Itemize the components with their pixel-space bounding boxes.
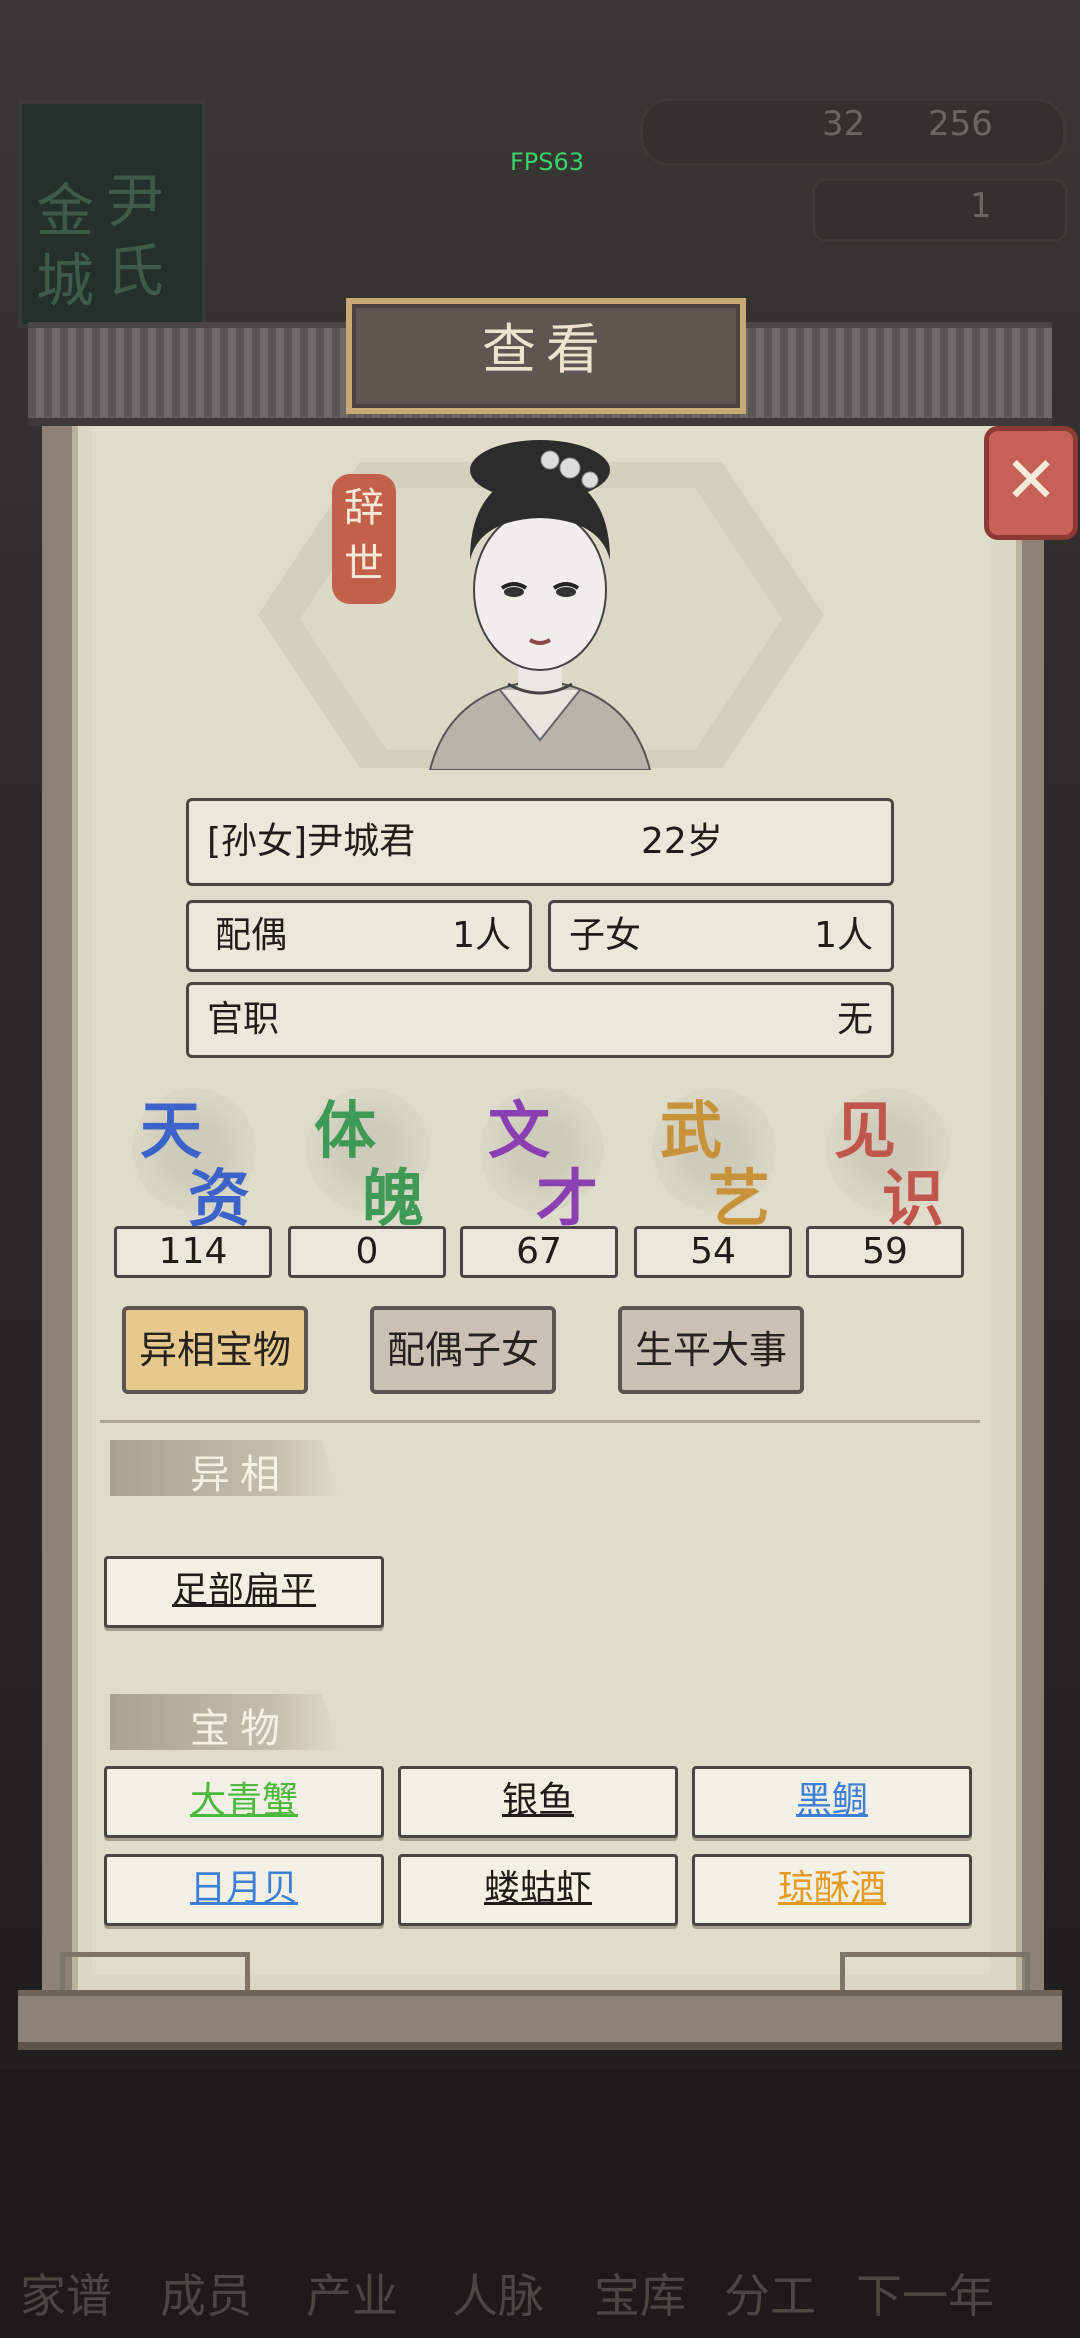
treasure-item[interactable]: 日月贝: [104, 1854, 384, 1926]
treasure-item[interactable]: 琼酥酒: [692, 1854, 972, 1926]
office-label: 官职: [207, 999, 280, 1040]
dialog-title: 查看: [482, 318, 610, 381]
banner-char: 氏: [106, 237, 165, 305]
character-portrait: [428, 440, 652, 770]
stat-talent-char2: 资: [188, 1162, 251, 1235]
currency-b-value: 256: [928, 104, 993, 144]
stat-martial-char2: 艺: [708, 1162, 771, 1235]
children-field: 子女 1人: [548, 900, 894, 972]
children-value: 1人: [814, 915, 873, 956]
nav-treasury[interactable]: 宝库: [594, 2260, 686, 2326]
children-label: 子女: [569, 915, 642, 956]
character-age: 22岁: [641, 821, 723, 862]
office-field: 官职 无: [186, 982, 894, 1058]
name-field: [孙女]尹城君 22岁: [186, 798, 894, 886]
family-banner: 金 城 尹 氏: [18, 100, 206, 328]
gold-bar[interactable]: [812, 178, 1068, 242]
deceased-seal: 辞 世: [332, 474, 396, 604]
nav-genealogy[interactable]: 家谱: [20, 2260, 112, 2326]
nav-next-year[interactable]: 下一年: [856, 2260, 994, 2326]
spouse-value: 1人: [452, 915, 511, 956]
section-divider: [100, 1420, 980, 1423]
stat-insight-char2: 识: [882, 1162, 945, 1235]
treasure-item[interactable]: 银鱼: [398, 1766, 678, 1838]
tab-life-events[interactable]: 生平大事: [618, 1306, 804, 1394]
nav-members[interactable]: 成员: [160, 2260, 252, 2326]
banner-char: 城: [36, 247, 95, 315]
spouse-field: 配偶 1人: [186, 900, 532, 972]
fps-counter: FPS63: [510, 148, 585, 176]
panel-post-left: [42, 400, 76, 2030]
character-name: [孙女]尹城君: [207, 821, 416, 862]
trait-item[interactable]: 足部扁平: [104, 1556, 384, 1628]
nav-assignment[interactable]: 分工: [724, 2260, 816, 2326]
stat-literature-char2: 才: [536, 1162, 599, 1235]
treasure-item[interactable]: 大青蟹: [104, 1766, 384, 1838]
stat-physique-char2: 魄: [362, 1162, 425, 1235]
spouse-label: 配偶: [215, 915, 288, 956]
stat-insight-value: 59: [806, 1226, 964, 1278]
seal-char: 辞: [344, 485, 384, 531]
treasure-item[interactable]: 蝼蛄虾: [398, 1854, 678, 1926]
panel-base: [18, 1990, 1062, 2050]
office-value: 无: [836, 999, 873, 1040]
tab-spouse-children[interactable]: 配偶子女: [370, 1306, 556, 1394]
nav-property[interactable]: 产业: [306, 2260, 398, 2326]
treasures-header: 宝物: [190, 1706, 290, 1752]
nav-connections[interactable]: 人脉: [452, 2260, 544, 2326]
stat-martial-value: 54: [634, 1226, 792, 1278]
tab-traits-treasures[interactable]: 异相宝物: [122, 1306, 308, 1394]
close-icon: ✕: [1004, 444, 1058, 518]
currency-a-value: 32: [822, 104, 866, 144]
treasure-item[interactable]: 黑鲷: [692, 1766, 972, 1838]
stat-physique-value: 0: [288, 1226, 446, 1278]
gold-value: 1: [970, 186, 992, 226]
stat-literature-value: 67: [460, 1226, 618, 1278]
traits-header: 异相: [190, 1452, 290, 1498]
stat-talent-value: 114: [114, 1226, 272, 1278]
seal-char: 世: [344, 541, 384, 587]
close-button[interactable]: ✕: [984, 426, 1078, 540]
